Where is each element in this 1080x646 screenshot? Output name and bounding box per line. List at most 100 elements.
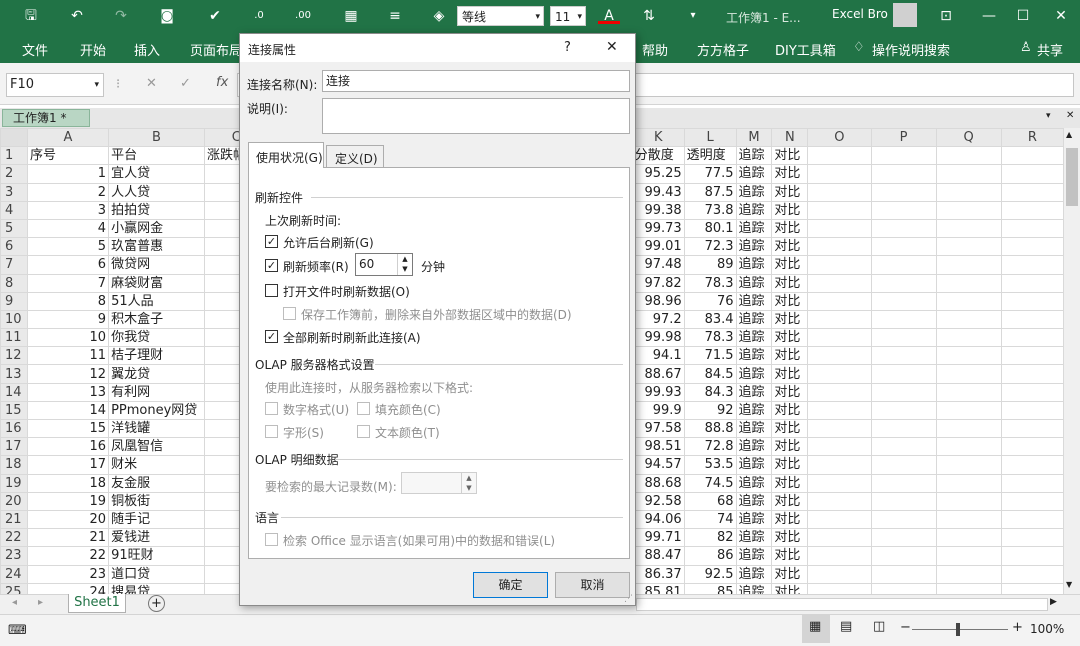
cell[interactable]: 人人贷 xyxy=(108,182,205,202)
refresh-minutes-stepper[interactable]: 60 ▲ ▼ xyxy=(355,253,413,276)
tab-help[interactable]: 帮助 xyxy=(642,40,668,59)
cell[interactable] xyxy=(807,364,872,384)
cell[interactable] xyxy=(935,164,1002,184)
fill-color-icon[interactable]: ◈ xyxy=(428,6,450,26)
cell[interactable]: 88.8 xyxy=(683,418,737,439)
zoom-out-icon[interactable]: − xyxy=(900,620,911,635)
cell[interactable]: PPmoney网贷 xyxy=(108,400,205,421)
cancel-button[interactable]: 取消 xyxy=(555,572,630,598)
cell[interactable] xyxy=(807,237,872,257)
cell[interactable] xyxy=(1000,164,1064,184)
close-icon[interactable]: ✕ xyxy=(1066,110,1074,121)
column-header[interactable]: L xyxy=(683,128,737,148)
close-window-icon[interactable]: ✕ xyxy=(1050,6,1072,26)
row-header[interactable]: 23 xyxy=(0,546,28,566)
cell[interactable]: 12 xyxy=(26,364,110,384)
row-header[interactable]: 1 xyxy=(0,146,28,166)
refresh-on-open-checkbox[interactable] xyxy=(265,284,278,297)
close-icon[interactable]: ✕ xyxy=(606,39,618,55)
cell[interactable]: 97.48 xyxy=(631,255,685,275)
cell[interactable]: 98.51 xyxy=(631,437,685,457)
table-icon[interactable]: ▦ xyxy=(340,6,362,26)
cell[interactable] xyxy=(935,291,1002,311)
cell[interactable] xyxy=(870,273,937,293)
cell[interactable] xyxy=(1000,418,1064,439)
cell[interactable] xyxy=(935,328,1002,348)
cell[interactable] xyxy=(870,546,937,566)
cell[interactable]: 10 xyxy=(26,328,110,348)
cell[interactable]: 对比 xyxy=(771,237,809,257)
cell[interactable] xyxy=(870,200,937,220)
scroll-thumb[interactable] xyxy=(1066,148,1078,206)
row-header[interactable]: 5 xyxy=(0,218,28,239)
column-header[interactable]: A xyxy=(26,128,110,148)
cell[interactable] xyxy=(870,400,937,421)
cell[interactable]: 82 xyxy=(683,528,737,548)
row-header[interactable]: 17 xyxy=(0,437,28,457)
next-sheet-icon[interactable]: ▸ xyxy=(38,597,43,608)
background-refresh-checkbox[interactable]: ✓ xyxy=(265,235,278,248)
cell[interactable] xyxy=(807,164,872,184)
cell[interactable]: 友金服 xyxy=(108,473,205,493)
row-header[interactable]: 13 xyxy=(0,364,28,384)
cell[interactable] xyxy=(807,182,872,202)
cell[interactable] xyxy=(870,564,937,584)
cell[interactable]: 追踪 xyxy=(735,382,773,402)
cell[interactable]: 86 xyxy=(683,546,737,566)
cell[interactable] xyxy=(935,309,1002,330)
name-box[interactable]: F10 ▾ xyxy=(6,73,104,97)
cell[interactable] xyxy=(935,437,1002,457)
scroll-down-icon[interactable]: ▾ xyxy=(1046,111,1051,121)
cell[interactable]: 搜易贷 xyxy=(108,582,205,594)
cell[interactable]: 97.2 xyxy=(631,309,685,330)
cell[interactable]: 对比 xyxy=(771,164,809,184)
cell[interactable] xyxy=(935,146,1002,166)
page-layout-view-icon[interactable]: ▤ xyxy=(840,619,852,634)
cell[interactable]: 13 xyxy=(26,382,110,402)
add-sheet-icon[interactable]: + xyxy=(148,595,165,612)
cell[interactable] xyxy=(807,273,872,293)
cell[interactable] xyxy=(935,237,1002,257)
cell[interactable]: 追踪 xyxy=(735,291,773,311)
cell[interactable] xyxy=(807,346,872,366)
cell[interactable]: 追踪 xyxy=(735,182,773,202)
page-break-view-icon[interactable]: ◫ xyxy=(873,619,885,634)
cell[interactable] xyxy=(935,364,1002,384)
row-header[interactable]: 14 xyxy=(0,382,28,402)
row-header[interactable]: 21 xyxy=(0,509,28,530)
cell[interactable]: 追踪 xyxy=(735,400,773,421)
scroll-up-icon[interactable]: ▲ xyxy=(1066,130,1072,139)
row-header[interactable]: 4 xyxy=(0,200,28,220)
cell[interactable]: 84.5 xyxy=(683,364,737,384)
cell[interactable]: 99.98 xyxy=(631,328,685,348)
cell[interactable]: 21 xyxy=(26,528,110,548)
font-style-checkbox[interactable] xyxy=(265,425,278,438)
cell[interactable]: 追踪 xyxy=(735,491,773,511)
font-size-select[interactable]: 11 ▾ xyxy=(550,6,586,26)
refresh-every-checkbox[interactable]: ✓ xyxy=(265,259,278,272)
cell[interactable] xyxy=(1000,400,1064,421)
cell[interactable]: 追踪 xyxy=(735,218,773,239)
cell[interactable]: 玖富普惠 xyxy=(108,237,205,257)
zoom-slider[interactable] xyxy=(912,629,1008,630)
cell[interactable]: 对比 xyxy=(771,273,809,293)
cell[interactable] xyxy=(935,455,1002,475)
cell[interactable]: 追踪 xyxy=(735,455,773,475)
spin-buttons[interactable]: ▲ ▼ xyxy=(461,473,476,493)
cell[interactable]: 分散度 xyxy=(631,146,685,166)
cell[interactable]: 23 xyxy=(26,564,110,584)
cell[interactable]: 对比 xyxy=(771,146,809,166)
cell[interactable] xyxy=(807,309,872,330)
cell[interactable]: 99.01 xyxy=(631,237,685,257)
tab-page-layout[interactable]: 页面布局 xyxy=(190,40,242,59)
cell[interactable] xyxy=(935,546,1002,566)
cell[interactable]: 86.37 xyxy=(631,564,685,584)
share-button[interactable]: 共享 xyxy=(1037,40,1063,59)
cell[interactable]: 99.73 xyxy=(631,218,685,239)
cell[interactable]: 91旺财 xyxy=(108,546,205,566)
cell[interactable]: 1 xyxy=(26,164,110,184)
tab-fangfang[interactable]: 方方格子 xyxy=(697,40,749,59)
cell[interactable] xyxy=(807,255,872,275)
cell[interactable] xyxy=(1000,273,1064,293)
resize-grip-icon[interactable]: ⋰ xyxy=(624,594,633,604)
